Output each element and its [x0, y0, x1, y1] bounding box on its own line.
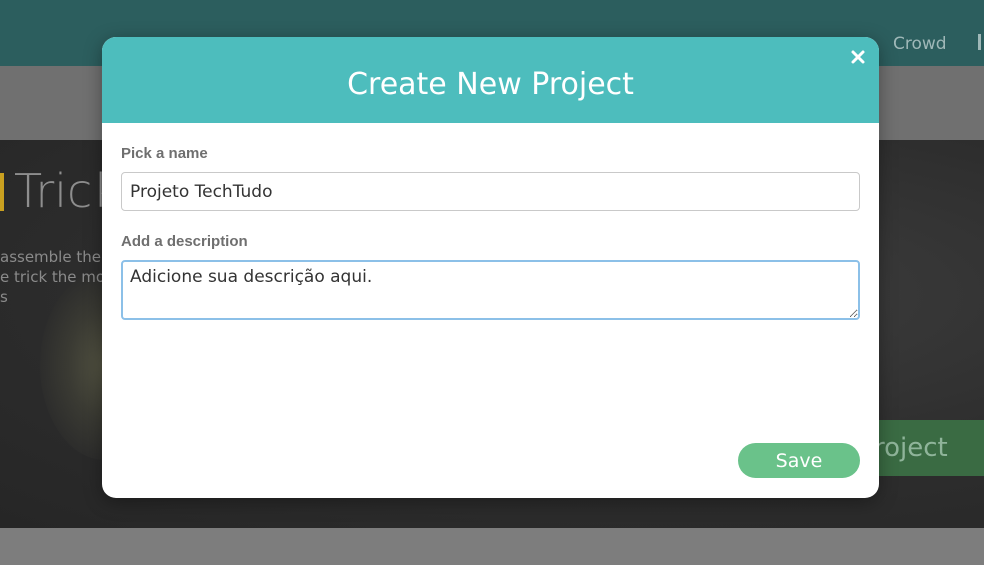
name-field-label: Pick a name [121, 145, 208, 162]
footer-strip [0, 528, 984, 565]
project-description-textarea[interactable]: Adicione sua descrição aqui. [121, 260, 860, 320]
hero-description: assemble the e trick the mo s [0, 248, 106, 306]
close-icon[interactable] [850, 49, 866, 65]
nav-link-crowd[interactable]: Crowd [893, 34, 947, 54]
create-project-modal: Create New Project Pick a name Add a des… [102, 37, 879, 498]
description-field-label: Add a description [121, 233, 248, 250]
modal-title: Create New Project [347, 67, 634, 102]
app-page: Crowd Trick assemble the e trick the mo … [0, 0, 984, 565]
modal-header: Create New Project [102, 37, 879, 123]
save-button[interactable]: Save [738, 443, 860, 478]
project-name-input[interactable] [121, 172, 860, 211]
nav-link-partial[interactable] [978, 34, 981, 50]
hero-title-accent [0, 173, 4, 211]
